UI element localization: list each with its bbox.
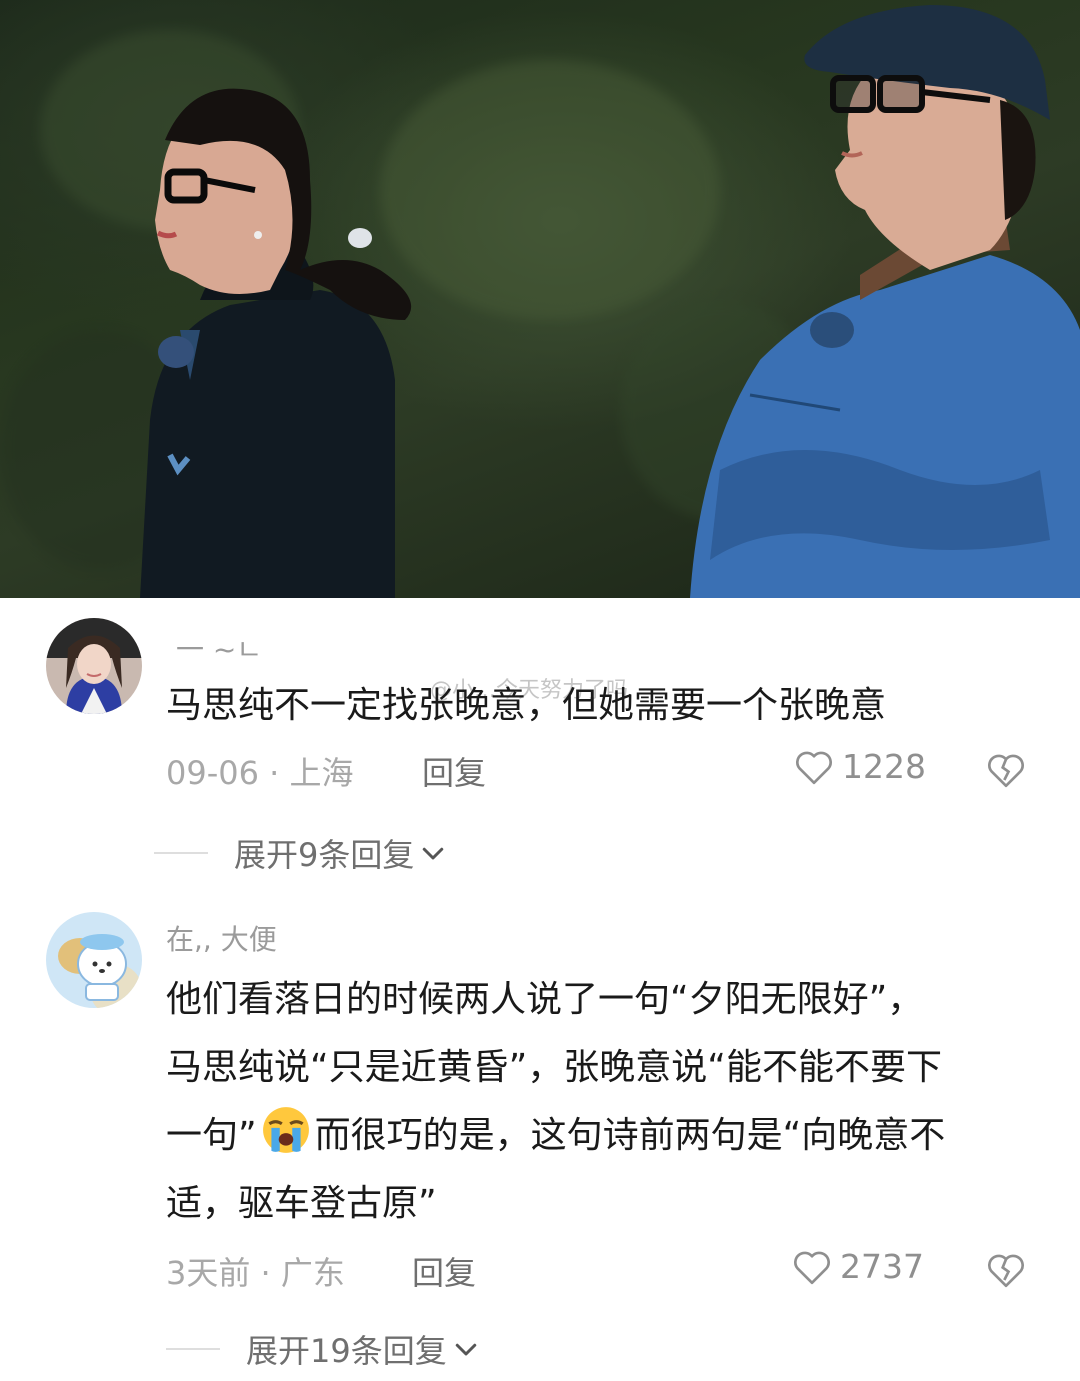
avatar[interactable] [46, 912, 142, 1008]
like-button[interactable]: 2737 [792, 1247, 924, 1286]
reply-button[interactable]: 回复 [422, 748, 486, 794]
comment-text-line: 他们看落日的时候两人说了一句“夕阳无限好”， [166, 979, 924, 1020]
expand-replies-button[interactable]: 展开9条回复 [154, 830, 448, 876]
comment-text-line: 适，驱车登古原” [166, 1183, 437, 1224]
chevron-down-icon [423, 847, 444, 860]
divider-line [154, 852, 208, 854]
comment-text: 马思纯不一定找张晚意，但她需要一个张晚意 [166, 685, 887, 726]
chevron-down-icon [455, 1343, 476, 1356]
meta-separator: · [260, 1254, 281, 1292]
post-photo[interactable] [0, 0, 1080, 598]
meta-separator: · [269, 754, 290, 792]
comment-text-line: 马思纯说“只是近黄昏”，张晚意说“能不能不要下 [166, 1047, 942, 1088]
comment-location: 广东 [280, 1254, 345, 1292]
dislike-button[interactable] [986, 1251, 1026, 1293]
broken-heart-icon [988, 1254, 1024, 1288]
comment-text-line: 一句” 而很巧的是，这句诗前两句是“向晚意不 [166, 1102, 1036, 1170]
like-count: 2737 [840, 1247, 924, 1286]
loudly-crying-face-emoji [262, 1107, 309, 1153]
broken-heart-icon [988, 754, 1024, 788]
comment-meta: 3天前 · 广东 [166, 1248, 345, 1294]
comment-date: 09-06 [166, 754, 259, 792]
comment-location: 上海 [289, 754, 354, 792]
comment-username[interactable]: 在,, 大便 [166, 918, 277, 958]
comment-text: 他们看落日的时候两人说了一句“夕阳无限好”， 马思纯说“只是近黄昏”，张晚意说“… [166, 966, 1036, 1238]
heart-outline-icon [794, 1251, 830, 1284]
expand-replies-label: 展开19条回复 [246, 1332, 447, 1370]
comment-meta: 09-06 · 上海 [166, 748, 354, 794]
comment-text-fragment: 一句” [166, 1115, 257, 1156]
dislike-button[interactable] [986, 751, 1026, 793]
comment-date: 3天前 [166, 1254, 251, 1292]
heart-outline-icon [796, 751, 832, 784]
divider-line [166, 1348, 220, 1350]
comment-item: 在,, 大便 他们看落日的时候两人说了一句“夕阳无限好”， 马思纯说“只是近黄昏… [0, 900, 1080, 1381]
comment-username[interactable]: 一 ~ㄴ [176, 628, 262, 668]
like-button[interactable]: 1228 [794, 747, 926, 786]
avatar[interactable] [46, 618, 142, 714]
comment-text-fragment: 而很巧的是，这句诗前两句是“向晚意不 [314, 1115, 946, 1156]
comment-item: 一 ~ㄴ 马思纯不一定找张晚意，但她需要一个张晚意 09-06 · 上海 回复 … [0, 598, 1080, 880]
expand-replies-label: 展开9条回复 [234, 836, 415, 874]
like-count: 1228 [842, 747, 926, 786]
expand-replies-button[interactable]: 展开19条回复 [166, 1326, 481, 1372]
reply-button[interactable]: 回复 [412, 1248, 476, 1294]
